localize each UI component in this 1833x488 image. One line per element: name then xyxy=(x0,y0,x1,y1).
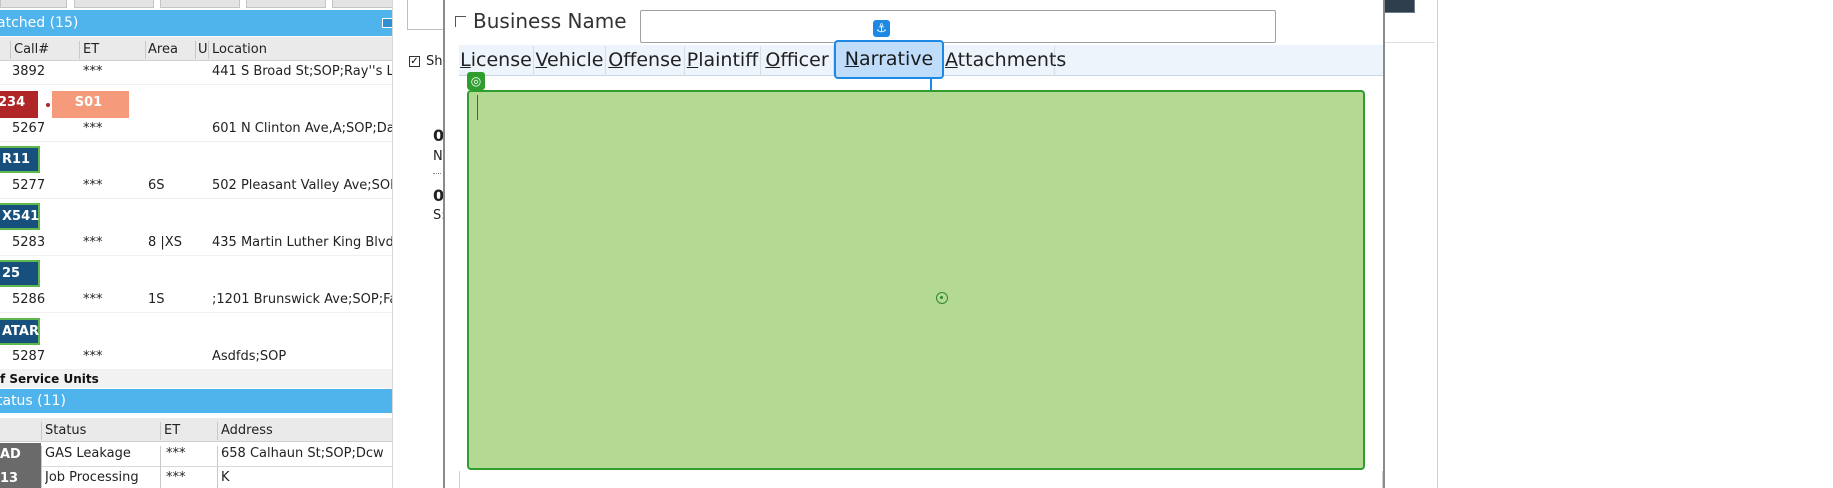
col-location[interactable]: Location xyxy=(212,41,267,59)
table-row[interactable]: 3892 *** 441 S Broad St;SOP;Ray''s Lo xyxy=(0,62,392,85)
show-label: Sh xyxy=(426,54,443,69)
table-row[interactable]: 5277 *** 6S 502 Pleasant Valley Ave;SOP xyxy=(0,176,392,199)
top-tab-3[interactable] xyxy=(160,0,240,8)
table-row[interactable]: 5283 *** 8 |XS 435 Martin Luther King Bl… xyxy=(0,233,392,256)
col-call[interactable]: Call# xyxy=(14,41,49,59)
col-address[interactable]: Address xyxy=(221,422,273,440)
tab-officer[interactable]: Officer xyxy=(761,46,834,76)
col-status-et[interactable]: ET xyxy=(164,422,180,440)
unit-badge[interactable]: R11 xyxy=(0,146,40,173)
unit-badge[interactable]: 25 xyxy=(0,260,40,287)
show-checkbox[interactable]: ✓ xyxy=(409,56,420,67)
divider xyxy=(1385,42,1435,43)
table-row[interactable]: 13 Job Processing *** K xyxy=(0,467,392,488)
col-status[interactable]: Status xyxy=(45,422,86,440)
table-row[interactable]: AD GAS Leakage *** 658 Calhaun St;SOP;Dc… xyxy=(0,443,392,470)
col-area[interactable]: Area xyxy=(148,41,178,59)
unit-badge[interactable]: 234 xyxy=(0,91,38,118)
table-row[interactable]: 5267 *** 601 N Clinton Ave,A;SOP;Da xyxy=(0,119,392,142)
table-row[interactable]: 5287 *** Asdfds;SOP xyxy=(0,347,392,370)
status-column-header: Status ET Address xyxy=(0,418,392,442)
background-input[interactable] xyxy=(407,0,447,30)
out-of-service-label[interactable]: f Service Units xyxy=(0,370,392,388)
unit-badge[interactable]: ATAR xyxy=(0,318,40,345)
panel-border xyxy=(1437,0,1438,488)
tab-plaintiff[interactable]: Plaintiff xyxy=(685,46,761,76)
tab-attachments[interactable]: Attachments xyxy=(945,46,1066,76)
dark-button[interactable] xyxy=(1384,0,1415,13)
tab-vehicle[interactable]: Vehicle xyxy=(534,46,606,76)
item-sub: N xyxy=(433,149,443,164)
unit-badge[interactable]: S01 xyxy=(52,91,129,118)
tab-strip: License Vehicle Offense Plaintiff Office… xyxy=(459,40,1383,79)
dotted-divider xyxy=(433,173,441,174)
status-section-header[interactable]: tatus (11) xyxy=(0,389,392,413)
dispatched-section-header[interactable]: atched (15) xyxy=(0,10,392,36)
unit-cell: 13 xyxy=(0,467,41,488)
top-tab-4[interactable] xyxy=(246,0,326,8)
window-icon[interactable] xyxy=(382,18,392,28)
tab-narrative[interactable]: Narrative xyxy=(834,40,944,79)
dispatched-header-label: atched (15) xyxy=(0,15,79,31)
col-u[interactable]: U xyxy=(198,41,208,59)
calls-column-header: Call# ET Area U Location xyxy=(0,37,392,61)
top-tab-2[interactable] xyxy=(74,0,154,8)
top-tab-5[interactable] xyxy=(332,0,392,8)
grip-icon[interactable]: ◎ xyxy=(467,72,485,90)
text-caret xyxy=(477,95,478,120)
table-row[interactable]: 5286 *** 1S ;1201 Brunswick Ave;SOP;Fa xyxy=(0,290,392,313)
app-screen: atched (15) Call# ET Area U Location 389… xyxy=(0,0,1833,488)
business-name-input[interactable] xyxy=(640,10,1276,43)
business-name-checkbox[interactable] xyxy=(455,16,466,27)
report-dialog: Business Name License Vehicle Offense Pl… xyxy=(443,0,1385,488)
anchor-icon[interactable]: ⚓ xyxy=(873,20,890,37)
col-et[interactable]: ET xyxy=(83,41,99,59)
narrative-textarea[interactable] xyxy=(467,90,1365,470)
unit-cell: AD xyxy=(0,443,41,467)
status-dot xyxy=(46,103,50,107)
anchor-connector xyxy=(930,78,932,90)
unit-badge[interactable]: X541 xyxy=(0,203,40,230)
business-name-label: Business Name xyxy=(473,9,627,33)
dialog-bottom-strip xyxy=(459,471,1383,488)
dispatch-panel: atched (15) Call# ET Area U Location 389… xyxy=(0,0,393,488)
status-header-label: tatus (11) xyxy=(0,393,66,409)
crosshair-icon[interactable] xyxy=(936,292,948,304)
tab-offense[interactable]: Offense xyxy=(606,46,685,76)
top-tab-1[interactable] xyxy=(0,0,67,8)
